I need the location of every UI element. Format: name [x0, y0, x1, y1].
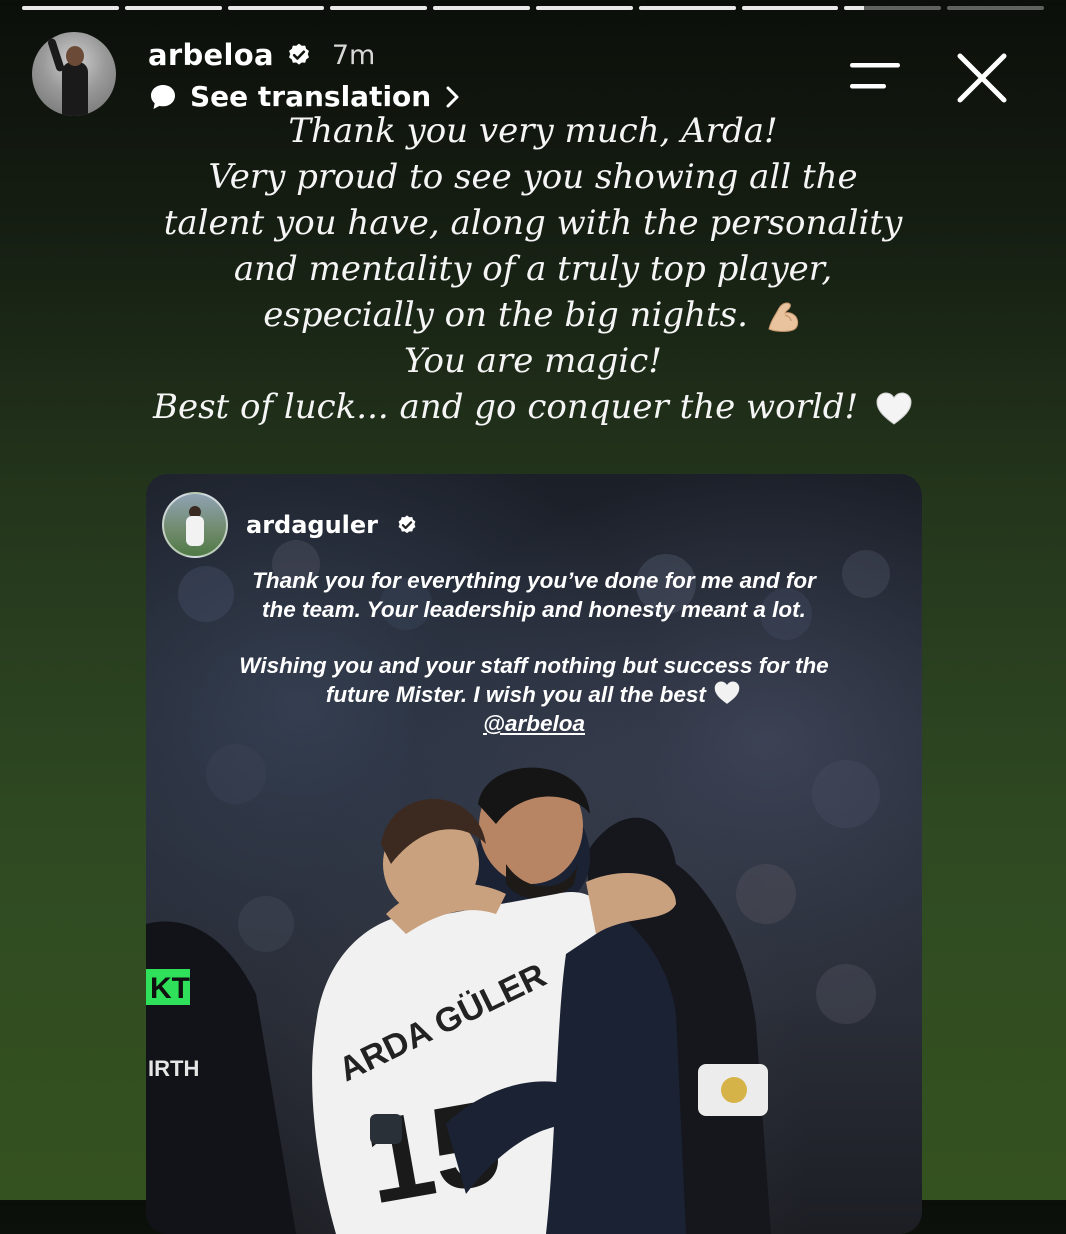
shared-story-line: the team. Your leadership and honesty me…: [262, 597, 806, 622]
message-line: Very proud to see you showing all the: [208, 157, 858, 197]
verified-badge-icon: [398, 515, 416, 534]
close-icon[interactable]: [954, 50, 1010, 106]
progress-fill: [638, 6, 736, 10]
menu-icon[interactable]: [848, 60, 902, 94]
shared-story-avatar[interactable]: [162, 492, 228, 558]
shared-story-line-with-emoji: future Mister. I wish you all the best: [176, 680, 892, 709]
embrace-photo: KT IRTH ARDA GÜLER 15: [146, 767, 771, 1234]
progress-fill: [741, 6, 839, 10]
message-line-with-emoji: especially on the big nights.: [120, 292, 946, 338]
mention-link[interactable]: @arbeloa: [176, 709, 892, 738]
progress-segment: [433, 6, 530, 10]
shared-story-line: Wishing you and your staff nothing but s…: [239, 653, 829, 678]
progress-segment: [638, 6, 736, 10]
progress-segment: [124, 6, 222, 10]
progress-segment: [227, 6, 325, 10]
progress-fill: [124, 6, 222, 10]
story-progress-bar: [22, 6, 1044, 10]
progress-fill: [433, 6, 530, 10]
progress-fill: [535, 6, 633, 10]
shared-story-username[interactable]: ardaguler: [246, 511, 378, 539]
white-heart-emoji: [876, 392, 912, 425]
speech-bubble-icon: [151, 84, 175, 109]
shirt-text: IRTH: [148, 1056, 199, 1081]
message-line: Thank you very much, Arda!: [288, 111, 778, 151]
progress-fill: [227, 6, 325, 10]
progress-segment: [330, 6, 428, 10]
message-line: Best of luck... and go conquer the world…: [153, 387, 859, 427]
user-line: arbeloa 7m: [148, 38, 375, 72]
message-line: especially on the big nights.: [263, 295, 748, 335]
progress-segment: [844, 6, 942, 10]
progress-segment: [947, 6, 1044, 10]
avatar[interactable]: [32, 32, 116, 116]
chevron-right-icon: [446, 86, 459, 107]
timestamp: 7m: [331, 39, 376, 71]
verified-badge-icon: [288, 43, 309, 65]
progress-fill: [22, 6, 119, 10]
progress-segment: [22, 6, 119, 10]
progress-fill: [844, 6, 864, 10]
progress-segment: [535, 6, 633, 10]
shared-story-header: ardaguler: [162, 492, 418, 558]
shared-story-line: future Mister. I wish you all the best: [325, 682, 706, 707]
white-heart-emoji: [714, 681, 740, 704]
message-line: You are magic!: [404, 341, 662, 381]
flexed-biceps-emoji: [768, 302, 798, 332]
message-line: and mentality of a truly top player,: [233, 249, 833, 289]
sponsor-text: KT: [150, 972, 190, 1005]
username[interactable]: arbeloa: [148, 38, 274, 72]
progress-fill: [330, 6, 428, 10]
shared-story-card[interactable]: ardaguler Thank you for everything you’v…: [146, 474, 922, 1234]
shared-story-text: Thank you for everything you’ve done for…: [176, 566, 892, 738]
message-line: talent you have, along with the personal…: [163, 203, 903, 243]
shared-story-line: Thank you for everything you’ve done for…: [252, 568, 816, 593]
message-line-with-emoji: Best of luck... and go conquer the world…: [120, 384, 946, 430]
progress-segment: [741, 6, 839, 10]
story-text-message: Thank you very much, Arda! Very proud to…: [120, 108, 946, 430]
